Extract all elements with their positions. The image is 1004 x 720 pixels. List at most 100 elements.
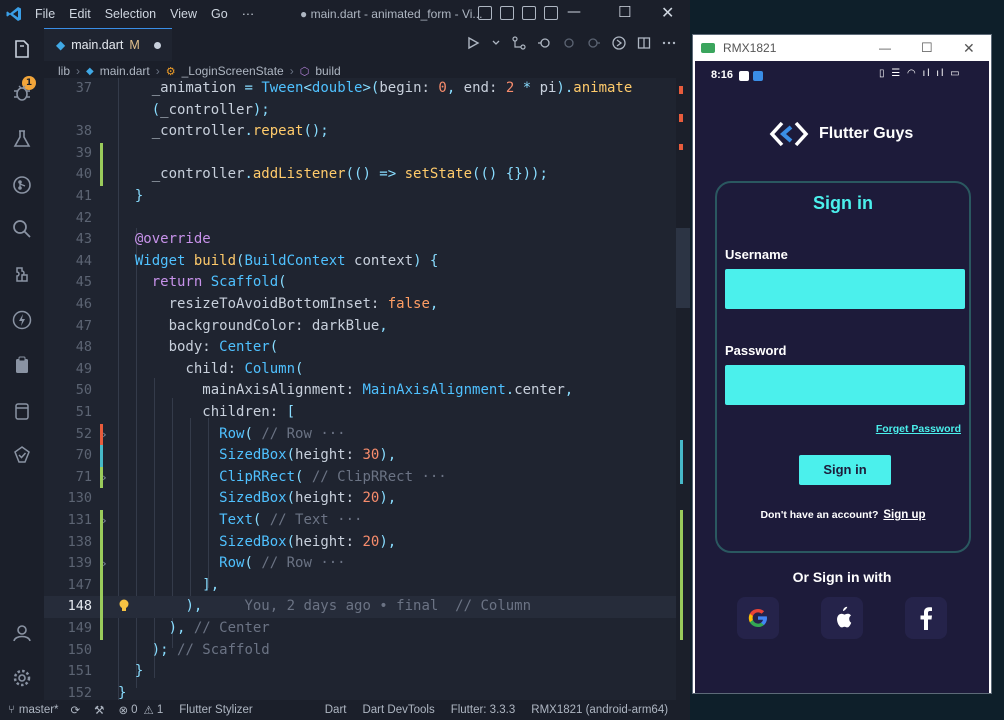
more-actions-icon[interactable] bbox=[662, 36, 676, 50]
code-line[interactable]: 70 SizedBox(height: 30), bbox=[44, 445, 690, 467]
code-line[interactable]: 49 child: Column( bbox=[44, 359, 690, 381]
source-control-diff-icon[interactable] bbox=[512, 36, 526, 50]
run-debug-icon[interactable]: ⚒ bbox=[94, 703, 104, 717]
step-icon[interactable] bbox=[587, 36, 601, 50]
flutter-stylizer-status[interactable]: Flutter Stylizer bbox=[179, 704, 253, 716]
code-line[interactable]: 46 resizeToAvoidBottomInset: false, bbox=[44, 294, 690, 316]
check-shield-icon[interactable] bbox=[9, 442, 35, 468]
debug-icon[interactable] bbox=[9, 80, 35, 106]
code-text: _controller.repeat(); bbox=[118, 121, 329, 143]
error-icon[interactable]: ⊗ bbox=[118, 703, 128, 717]
minimap[interactable] bbox=[676, 78, 690, 700]
device-icon[interactable] bbox=[9, 398, 35, 424]
dart-devtools-status[interactable]: Dart DevTools bbox=[362, 704, 434, 716]
code-line[interactable]: 151 } bbox=[44, 661, 690, 683]
code-line[interactable]: 150 ); // Scaffold bbox=[44, 640, 690, 662]
code-line[interactable]: 39 bbox=[44, 143, 690, 165]
menu-selection[interactable]: Selection bbox=[98, 7, 163, 21]
code-line[interactable]: 37 _animation = Tween<double>(begin: 0, … bbox=[44, 78, 690, 100]
password-field[interactable] bbox=[725, 365, 965, 405]
emulator-close-icon[interactable]: ✕ bbox=[963, 40, 975, 57]
username-field[interactable] bbox=[725, 269, 965, 309]
facebook-signin-button[interactable] bbox=[905, 597, 947, 639]
code-line[interactable]: 38 _controller.repeat(); bbox=[44, 121, 690, 143]
code-line[interactable]: 44 Widget build(BuildContext context) { bbox=[44, 251, 690, 273]
code-line[interactable]: 41 } bbox=[44, 186, 690, 208]
go-forward-icon[interactable] bbox=[562, 36, 576, 50]
source-control-icon[interactable] bbox=[9, 172, 35, 198]
code-line[interactable]: 51 children: [ bbox=[44, 402, 690, 424]
line-number: 40 bbox=[75, 166, 92, 183]
code-line[interactable]: 47 backgroundColor: darkBlue, bbox=[44, 316, 690, 338]
testing-icon[interactable] bbox=[9, 126, 35, 152]
emulator-maximize-icon[interactable]: ☐ bbox=[921, 40, 933, 56]
code-line[interactable]: 43 @override bbox=[44, 229, 690, 251]
flutter-version[interactable]: Flutter: 3.3.3 bbox=[451, 704, 516, 716]
menu-edit[interactable]: Edit bbox=[62, 7, 98, 21]
menu-view[interactable]: View bbox=[163, 7, 204, 21]
code-token: } bbox=[134, 188, 144, 204]
emulator-minimize-icon[interactable]: — bbox=[879, 41, 891, 55]
breadcrumb-file[interactable]: main.dart bbox=[100, 64, 150, 78]
run-icon[interactable] bbox=[466, 36, 480, 50]
menu-more[interactable]: ··· bbox=[235, 7, 262, 21]
breadcrumb-lib[interactable]: lib bbox=[58, 64, 70, 78]
code-line[interactable]: 45 return Scaffold( bbox=[44, 272, 690, 294]
code-line[interactable]: 138 SizedBox(height: 20), bbox=[44, 532, 690, 554]
explorer-icon[interactable] bbox=[9, 36, 35, 62]
extensions-icon[interactable] bbox=[9, 262, 35, 288]
search-icon[interactable] bbox=[9, 216, 35, 242]
code-line[interactable]: 40 _controller.addListener(() => setStat… bbox=[44, 164, 690, 186]
flutter-outline-icon[interactable] bbox=[612, 36, 626, 50]
apple-signin-button[interactable] bbox=[821, 597, 863, 639]
split-editor-icon[interactable] bbox=[637, 36, 651, 50]
remote-icon[interactable]: ⑂ bbox=[8, 704, 15, 716]
code-token: // ClipRRect ··· bbox=[311, 468, 447, 485]
error-count[interactable]: 0 bbox=[131, 704, 137, 716]
breadcrumb-class[interactable]: _LoginScreenState bbox=[182, 64, 284, 78]
code-token: ), bbox=[379, 447, 397, 464]
language-mode[interactable]: Dart bbox=[325, 704, 347, 716]
code-line[interactable]: 42 bbox=[44, 208, 690, 230]
code-line[interactable]: 71 › ClipRRect( // ClipRRect ··· bbox=[44, 467, 690, 489]
blame-comment: // Column bbox=[455, 598, 532, 615]
minimize-icon[interactable]: — bbox=[567, 4, 581, 20]
forgot-password-link[interactable]: Forget Password bbox=[876, 423, 961, 435]
settings-gear-icon[interactable] bbox=[9, 665, 35, 691]
menu-file[interactable]: File bbox=[28, 7, 62, 21]
google-signin-button[interactable] bbox=[737, 597, 779, 639]
unsaved-dot-icon[interactable] bbox=[153, 41, 161, 49]
code-line[interactable]: 50 mainAxisAlignment: MainAxisAlignment.… bbox=[44, 380, 690, 402]
clipboard-icon[interactable] bbox=[9, 352, 35, 378]
code-line[interactable]: 131 › Text( // Text ··· bbox=[44, 510, 690, 532]
code-line[interactable]: (_controller); bbox=[44, 100, 690, 122]
customize-layout-icon[interactable] bbox=[544, 6, 558, 20]
flutter-lightning-icon[interactable] bbox=[9, 307, 35, 333]
device-status[interactable]: RMX1821 (android-arm64) bbox=[531, 704, 668, 716]
code-line[interactable]: 148 ), You, 2 days ago • final // Column bbox=[44, 596, 690, 618]
breadcrumb-method[interactable]: build bbox=[315, 64, 340, 78]
code-line[interactable]: 149 ), // Center bbox=[44, 618, 690, 640]
code-line[interactable]: 139 › Row( // Row ··· bbox=[44, 553, 690, 575]
code-editor[interactable]: 37 _animation = Tween<double>(begin: 0, … bbox=[44, 78, 690, 718]
code-line[interactable]: 48 body: Center( bbox=[44, 337, 690, 359]
account-icon[interactable] bbox=[9, 620, 35, 646]
menu-go[interactable]: Go bbox=[204, 7, 235, 21]
code-line[interactable]: 147 ], bbox=[44, 575, 690, 597]
code-line[interactable]: 52 › Row( // Row ··· bbox=[44, 424, 690, 446]
run-dropdown-chevron-icon[interactable] bbox=[491, 36, 501, 50]
warning-icon[interactable]: ⚠ bbox=[144, 703, 154, 717]
maximize-icon[interactable]: ☐ bbox=[618, 3, 631, 21]
signup-link[interactable]: Sign up bbox=[883, 509, 925, 521]
warning-count[interactable]: 1 bbox=[157, 704, 163, 716]
go-back-icon[interactable] bbox=[537, 36, 551, 50]
sync-icon[interactable]: ⟳ bbox=[71, 703, 81, 717]
branch-status[interactable]: master* bbox=[19, 704, 59, 716]
close-icon[interactable]: ✕ bbox=[661, 3, 674, 22]
signin-button[interactable]: Sign in bbox=[799, 455, 891, 485]
tab-main-dart[interactable]: ◆ main.dart M bbox=[44, 28, 172, 61]
toggle-secondary-sidebar-icon[interactable] bbox=[522, 6, 536, 20]
toggle-panel-icon[interactable] bbox=[500, 6, 514, 20]
toggle-sidebar-icon[interactable] bbox=[478, 6, 492, 20]
code-line[interactable]: 130 SizedBox(height: 20), bbox=[44, 488, 690, 510]
